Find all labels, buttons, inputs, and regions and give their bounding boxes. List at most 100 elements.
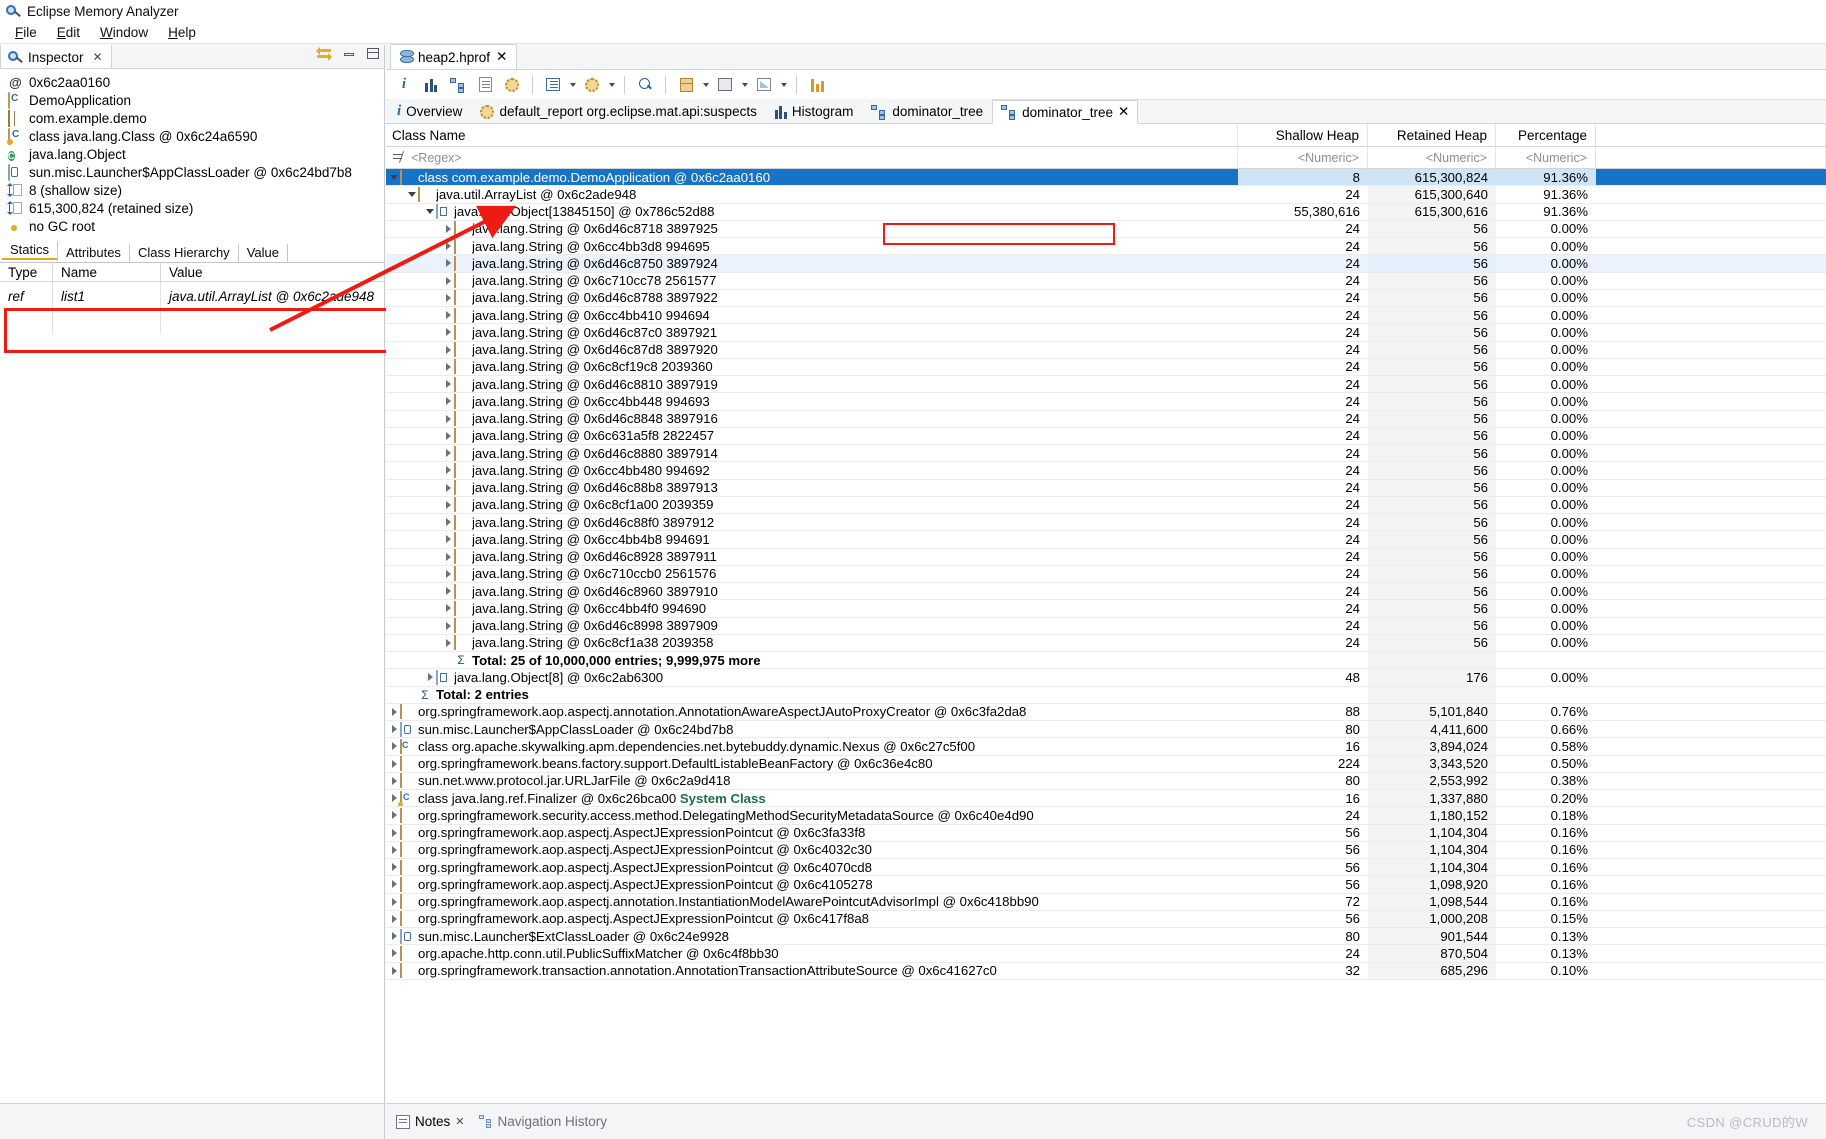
chevron-right-icon[interactable] bbox=[442, 259, 454, 267]
table-row[interactable]: java.lang.String @ 0x6d46c8718 3897925 24… bbox=[386, 220, 1826, 238]
minimize-icon[interactable] bbox=[342, 47, 356, 61]
table-row[interactable]: java.lang.String @ 0x6d46c8810 3897919 24… bbox=[386, 376, 1826, 394]
table-row[interactable]: org.springframework.aop.aspectj.AspectJE… bbox=[386, 910, 1826, 928]
table-row[interactable]: org.springframework.aop.aspectj.AspectJE… bbox=[386, 876, 1826, 894]
column-header-retained-heap[interactable]: Retained Heap bbox=[1368, 124, 1496, 147]
dominator-tree-icon[interactable] bbox=[446, 73, 470, 97]
table-row[interactable]: java.lang.String @ 0x6c710cc78 2561577 24… bbox=[386, 272, 1826, 290]
chevron-right-icon[interactable] bbox=[442, 294, 454, 302]
column-header-shallow-heap[interactable]: Shallow Heap bbox=[1238, 124, 1368, 147]
export-icon[interactable] bbox=[752, 73, 776, 97]
chevron-right-icon[interactable] bbox=[442, 225, 454, 233]
table-row[interactable]: sun.misc.Launcher$ExtClassLoader @ 0x6c2… bbox=[386, 928, 1826, 946]
calculator-icon[interactable] bbox=[713, 73, 737, 97]
table-row[interactable]: java.lang.String @ 0x6d46c8788 3897922 24… bbox=[386, 289, 1826, 307]
chevron-right-icon[interactable] bbox=[388, 794, 400, 802]
table-row[interactable]: org.apache.http.conn.util.PublicSuffixMa… bbox=[386, 945, 1826, 963]
tab-default-report[interactable]: default_report org.eclipse.mat.api:suspe… bbox=[471, 99, 766, 123]
chevron-right-icon[interactable] bbox=[388, 949, 400, 957]
table-row[interactable]: sun.net.www.protocol.jar.URLJarFile @ 0x… bbox=[386, 772, 1826, 790]
table-row[interactable]: class org.apache.skywalking.apm.dependen… bbox=[386, 738, 1826, 756]
chevron-down-icon[interactable] bbox=[424, 209, 436, 214]
chevron-right-icon[interactable] bbox=[442, 553, 454, 561]
chevron-down-icon[interactable] bbox=[406, 192, 418, 197]
table-row[interactable]: java.lang.String @ 0x6cc4bb448 994693 24 5… bbox=[386, 393, 1826, 411]
table-row[interactable]: org.springframework.aop.aspectj.AspectJE… bbox=[386, 824, 1826, 842]
table-row[interactable]: org.springframework.aop.aspectj.AspectJE… bbox=[386, 841, 1826, 859]
chevron-right-icon[interactable] bbox=[388, 932, 400, 940]
chevron-right-icon[interactable] bbox=[388, 811, 400, 819]
overview-info-icon[interactable]: i bbox=[392, 73, 416, 97]
table-row[interactable]: java.lang.String @ 0x6cc4bb3d8 994695 24 5… bbox=[386, 238, 1826, 256]
chevron-right-icon[interactable] bbox=[388, 915, 400, 923]
chevron-right-icon[interactable] bbox=[442, 449, 454, 457]
table-row[interactable]: java.lang.String @ 0x6cc4bb4f0 994690 24 5… bbox=[386, 600, 1826, 618]
table-row[interactable]: java.lang.String @ 0x6d46c8998 3897909 24… bbox=[386, 617, 1826, 635]
chevron-right-icon[interactable] bbox=[442, 380, 454, 388]
gear-icon[interactable] bbox=[500, 73, 524, 97]
tab-heap-dump[interactable]: heap2.hprof ✕ bbox=[390, 44, 518, 69]
chevron-right-icon[interactable] bbox=[388, 898, 400, 906]
close-icon[interactable]: ✕ bbox=[93, 50, 103, 64]
chevron-right-icon[interactable] bbox=[442, 363, 454, 371]
column-header-percentage[interactable]: Percentage bbox=[1496, 124, 1596, 147]
table-row[interactable]: java.lang.String @ 0x6d46c88f0 3897912 24… bbox=[386, 514, 1826, 532]
chevron-down-icon[interactable] bbox=[740, 74, 749, 96]
table-row[interactable]: org.springframework.aop.aspectj.annotati… bbox=[386, 893, 1826, 911]
table-row[interactable]: java.lang.String @ 0x6cc4bb4b8 994691 24 5… bbox=[386, 531, 1826, 549]
inspector-row-address[interactable]: @ 0x6c2aa0160 bbox=[0, 73, 384, 91]
close-icon[interactable]: ✕ bbox=[1118, 104, 1129, 120]
table-row[interactable]: org.springframework.transaction.annotati… bbox=[386, 962, 1826, 980]
inspector-row-package[interactable]: com.example.demo bbox=[0, 109, 384, 127]
tab-dominator-tree-1[interactable]: dominator_tree bbox=[862, 99, 993, 123]
chevron-right-icon[interactable] bbox=[442, 466, 454, 474]
inspector-row-superclass[interactable]: C java.lang.Object bbox=[0, 145, 384, 163]
group-by-icon[interactable] bbox=[674, 73, 698, 97]
chevron-right-icon[interactable] bbox=[442, 311, 454, 319]
table-row[interactable]: org.springframework.security.access.meth… bbox=[386, 807, 1826, 825]
tab-statics[interactable]: Statics bbox=[2, 241, 59, 262]
table-row[interactable]: java.lang.Object[13845150] @ 0x786c52d88… bbox=[386, 203, 1826, 221]
chevron-right-icon[interactable] bbox=[442, 587, 454, 595]
table-row[interactable]: java.lang.String @ 0x6d46c88b8 3897913 24… bbox=[386, 479, 1826, 497]
tab-overview[interactable]: i Overview bbox=[388, 99, 472, 123]
tab-navigation-history[interactable]: Navigation History bbox=[475, 1114, 618, 1129]
table-row[interactable]: java.lang.String @ 0x6d46c8880 3897914 24… bbox=[386, 445, 1826, 463]
menu-item-edit[interactable]: Edit bbox=[48, 23, 89, 42]
table-row[interactable]: java.lang.String @ 0x6d46c8960 3897910 24… bbox=[386, 583, 1826, 601]
tab-dominator-tree-2[interactable]: dominator_tree ✕ bbox=[992, 100, 1139, 124]
chevron-down-icon[interactable] bbox=[779, 74, 788, 96]
menu-item-window[interactable]: Window bbox=[91, 23, 157, 42]
table-row[interactable]: class java.lang.ref.Finalizer @ 0x6c26bc… bbox=[386, 790, 1826, 808]
chevron-right-icon[interactable] bbox=[442, 397, 454, 405]
table-row[interactable]: java.util.ArrayList @ 0x6c2ade948 24 615,3… bbox=[386, 186, 1826, 204]
compare-icon[interactable] bbox=[805, 73, 829, 97]
chevron-right-icon[interactable] bbox=[388, 742, 400, 750]
tab-inspector[interactable]: Inspector ✕ bbox=[0, 44, 112, 68]
link-with-editor-icon[interactable] bbox=[316, 47, 332, 61]
table-row[interactable]: java.lang.String @ 0x6c8cf1a00 2039359 24… bbox=[386, 496, 1826, 514]
chevron-right-icon[interactable] bbox=[442, 484, 454, 492]
tab-value[interactable]: Value bbox=[238, 244, 288, 262]
chevron-right-icon[interactable] bbox=[442, 604, 454, 612]
table-row[interactable]: sun.misc.Launcher$AppClassLoader @ 0x6c2… bbox=[386, 721, 1826, 739]
table-row[interactable]: java.lang.String @ 0x6c631a5f8 2822457 24… bbox=[386, 427, 1826, 445]
inspector-row-class-object[interactable]: class java.lang.Class @ 0x6c24a6590 bbox=[0, 127, 384, 145]
chevron-right-icon[interactable] bbox=[388, 863, 400, 871]
chevron-down-icon[interactable] bbox=[701, 74, 710, 96]
filter-retained-heap[interactable]: <Numeric> bbox=[1368, 146, 1496, 169]
tab-notes[interactable]: Notes ✕ bbox=[392, 1114, 475, 1129]
chevron-right-icon[interactable] bbox=[388, 760, 400, 768]
chevron-down-icon[interactable] bbox=[607, 74, 616, 96]
table-row[interactable]: java.lang.Object[8] @ 0x6c2ab6300 48 176 0.… bbox=[386, 669, 1826, 687]
query-browser-icon[interactable] bbox=[541, 73, 565, 97]
filter-shallow-heap[interactable]: <Numeric> bbox=[1238, 146, 1368, 169]
chevron-right-icon[interactable] bbox=[442, 535, 454, 543]
search-icon[interactable] bbox=[633, 73, 657, 97]
chevron-right-icon[interactable] bbox=[442, 346, 454, 354]
chevron-right-icon[interactable] bbox=[442, 570, 454, 578]
chevron-right-icon[interactable] bbox=[442, 518, 454, 526]
table-row[interactable]: class com.example.demo.DemoApplication @… bbox=[386, 169, 1826, 187]
table-row[interactable]: java.lang.String @ 0x6d46c8928 3897911 24… bbox=[386, 548, 1826, 566]
filter-percentage[interactable]: <Numeric> bbox=[1496, 146, 1596, 169]
